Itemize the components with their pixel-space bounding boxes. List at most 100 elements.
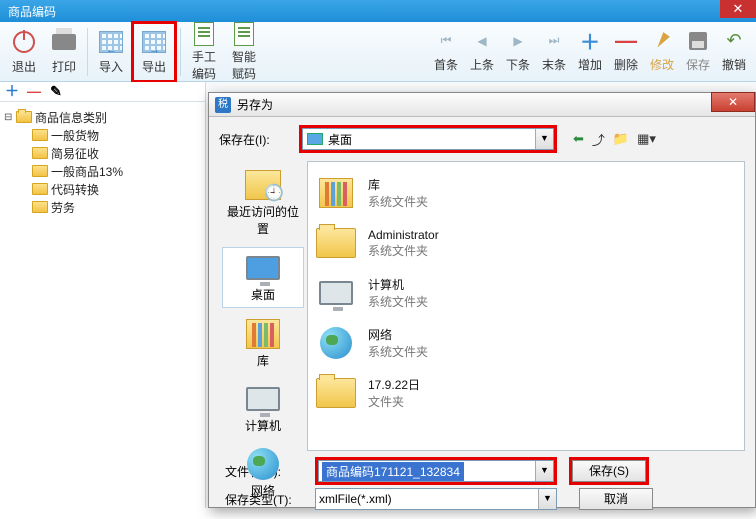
file-name: 网络: [368, 326, 428, 343]
file-list[interactable]: 库系统文件夹 Administrator系统文件夹 计算机系统文件夹 网络系统文…: [307, 161, 745, 451]
separator: [180, 28, 181, 76]
tree-item[interactable]: 一般商品13%: [4, 162, 201, 180]
manual-code-button[interactable]: 手工 编码: [184, 24, 224, 80]
folder-icon: [32, 165, 48, 177]
tree-add-icon[interactable]: ＋: [4, 84, 20, 100]
file-name: Administrator: [368, 228, 439, 242]
exit-button[interactable]: 退出: [4, 24, 44, 80]
doc-icon: [234, 22, 254, 46]
tree-del-icon[interactable]: —: [26, 84, 42, 100]
smart-code-button[interactable]: 智能 赋码: [224, 24, 264, 80]
undo-icon: ↶: [723, 30, 745, 52]
minus-icon: —: [615, 30, 637, 52]
folder-icon: [32, 129, 48, 141]
chevron-down-icon[interactable]: ▼: [535, 461, 553, 481]
new-folder-icon[interactable]: 📁: [613, 131, 629, 147]
list-item[interactable]: 库系统文件夹: [314, 168, 738, 218]
file-name: 库: [368, 176, 428, 193]
save-as-dialog: 税 另存为 ✕ 保存在(I): 桌面 ▼ ⬅ ⤴ 📁 ▦▾ 最近访问的位 置: [208, 92, 756, 508]
smart-label: 智能 赋码: [232, 48, 256, 82]
tree-root[interactable]: ⊟ 商品信息类别: [4, 108, 201, 126]
last-record-button[interactable]: ⏭末条: [536, 24, 572, 80]
file-name: 计算机: [368, 276, 428, 293]
chevron-down-icon[interactable]: ▼: [538, 489, 556, 509]
place-desktop[interactable]: 桌面: [222, 247, 304, 308]
filetype-dropdown[interactable]: xmlFile(*.xml) ▼: [315, 488, 557, 510]
tree-edit-icon[interactable]: ✎: [48, 84, 64, 100]
place-label: 库: [257, 352, 269, 369]
export-button[interactable]: 导出: [134, 24, 174, 80]
dialog-save-button[interactable]: 保存(S): [572, 460, 646, 482]
tree-item[interactable]: 劳务: [4, 198, 201, 216]
place-label: 桌面: [251, 286, 275, 303]
chevron-down-icon[interactable]: ▼: [535, 129, 553, 149]
tree-item[interactable]: 一般货物: [4, 126, 201, 144]
up-icon[interactable]: ⤴: [592, 130, 605, 149]
filetype-value: xmlFile(*.xml): [319, 492, 392, 506]
dialog-cancel-button[interactable]: 取消: [579, 488, 653, 510]
folder-icon: [316, 378, 356, 408]
first-label: 首条: [434, 56, 458, 73]
add-button[interactable]: ＋增加: [572, 24, 608, 80]
plus-icon: ＋: [579, 30, 601, 52]
filename-input[interactable]: 商品编码171121_132834 ▼: [318, 460, 554, 482]
prev-label: 上条: [470, 56, 494, 73]
pencil-icon: [651, 30, 673, 52]
dialog-titlebar: 税 另存为 ✕: [209, 93, 755, 117]
tree-item-label: 简易征收: [51, 145, 99, 162]
tree-item-label: 一般货物: [51, 127, 99, 144]
folder-icon: [316, 228, 356, 258]
tree-toolbar: ＋ — ✎: [0, 82, 205, 102]
prev-record-button[interactable]: ◀上条: [464, 24, 500, 80]
titlebar: 商品编码 ✕: [0, 0, 756, 22]
save-button-highlight: 保存(S): [569, 457, 649, 485]
tree-item[interactable]: 简易征收: [4, 144, 201, 162]
save-in-value: 桌面: [328, 131, 352, 148]
list-item[interactable]: 网络系统文件夹: [314, 318, 738, 368]
collapse-icon[interactable]: ⊟: [4, 112, 16, 123]
tree-item[interactable]: 代码转换: [4, 180, 201, 198]
save-button[interactable]: 保存: [680, 24, 716, 80]
power-icon: [13, 31, 35, 53]
edit-label: 修改: [650, 56, 674, 73]
place-library[interactable]: 库: [222, 314, 304, 373]
next-record-button[interactable]: ▶下条: [500, 24, 536, 80]
import-button[interactable]: 导入: [91, 24, 131, 80]
places-bar: 最近访问的位 置 桌面 库 计算机 网络: [219, 161, 307, 451]
computer-icon: [246, 387, 280, 411]
first-record-button[interactable]: ⏮ 首条: [428, 24, 464, 80]
place-computer[interactable]: 计算机: [222, 379, 304, 438]
print-button[interactable]: 打印: [44, 24, 84, 80]
save-in-dropdown[interactable]: 桌面 ▼: [302, 128, 554, 150]
file-sub: 系统文件夹: [368, 293, 428, 310]
folder-icon: [32, 201, 48, 213]
file-sub: 文件夹: [368, 393, 420, 410]
undo-button[interactable]: ↶撤销: [716, 24, 752, 80]
list-item[interactable]: 计算机系统文件夹: [314, 268, 738, 318]
file-sub: 系统文件夹: [368, 343, 428, 360]
computer-icon: [319, 281, 353, 305]
manual-label: 手工 编码: [192, 48, 216, 82]
view-menu-icon[interactable]: ▦▾: [637, 131, 656, 147]
library-icon: [319, 178, 353, 208]
window-close-button[interactable]: ✕: [720, 0, 756, 18]
tree-item-label: 一般商品13%: [51, 163, 123, 180]
separator: [87, 28, 88, 76]
exit-label: 退出: [12, 58, 36, 75]
edit-button[interactable]: 修改: [644, 24, 680, 80]
list-item[interactable]: 17.9.22日文件夹: [314, 368, 738, 418]
filename-value: 商品编码171121_132834: [322, 462, 464, 481]
export-highlight: 导出: [131, 21, 177, 83]
printer-icon: [52, 34, 76, 50]
globe-icon: [247, 448, 279, 480]
back-icon[interactable]: ⬅: [573, 131, 584, 147]
place-recent[interactable]: 最近访问的位 置: [222, 165, 304, 241]
tree-item-label: 代码转换: [51, 181, 99, 198]
next-label: 下条: [506, 56, 530, 73]
disk-icon: [687, 30, 709, 52]
dialog-close-button[interactable]: ✕: [711, 92, 755, 112]
library-icon: [246, 319, 280, 349]
delete-button[interactable]: —删除: [608, 24, 644, 80]
first-icon: ⏮: [435, 30, 457, 52]
list-item[interactable]: Administrator系统文件夹: [314, 218, 738, 268]
